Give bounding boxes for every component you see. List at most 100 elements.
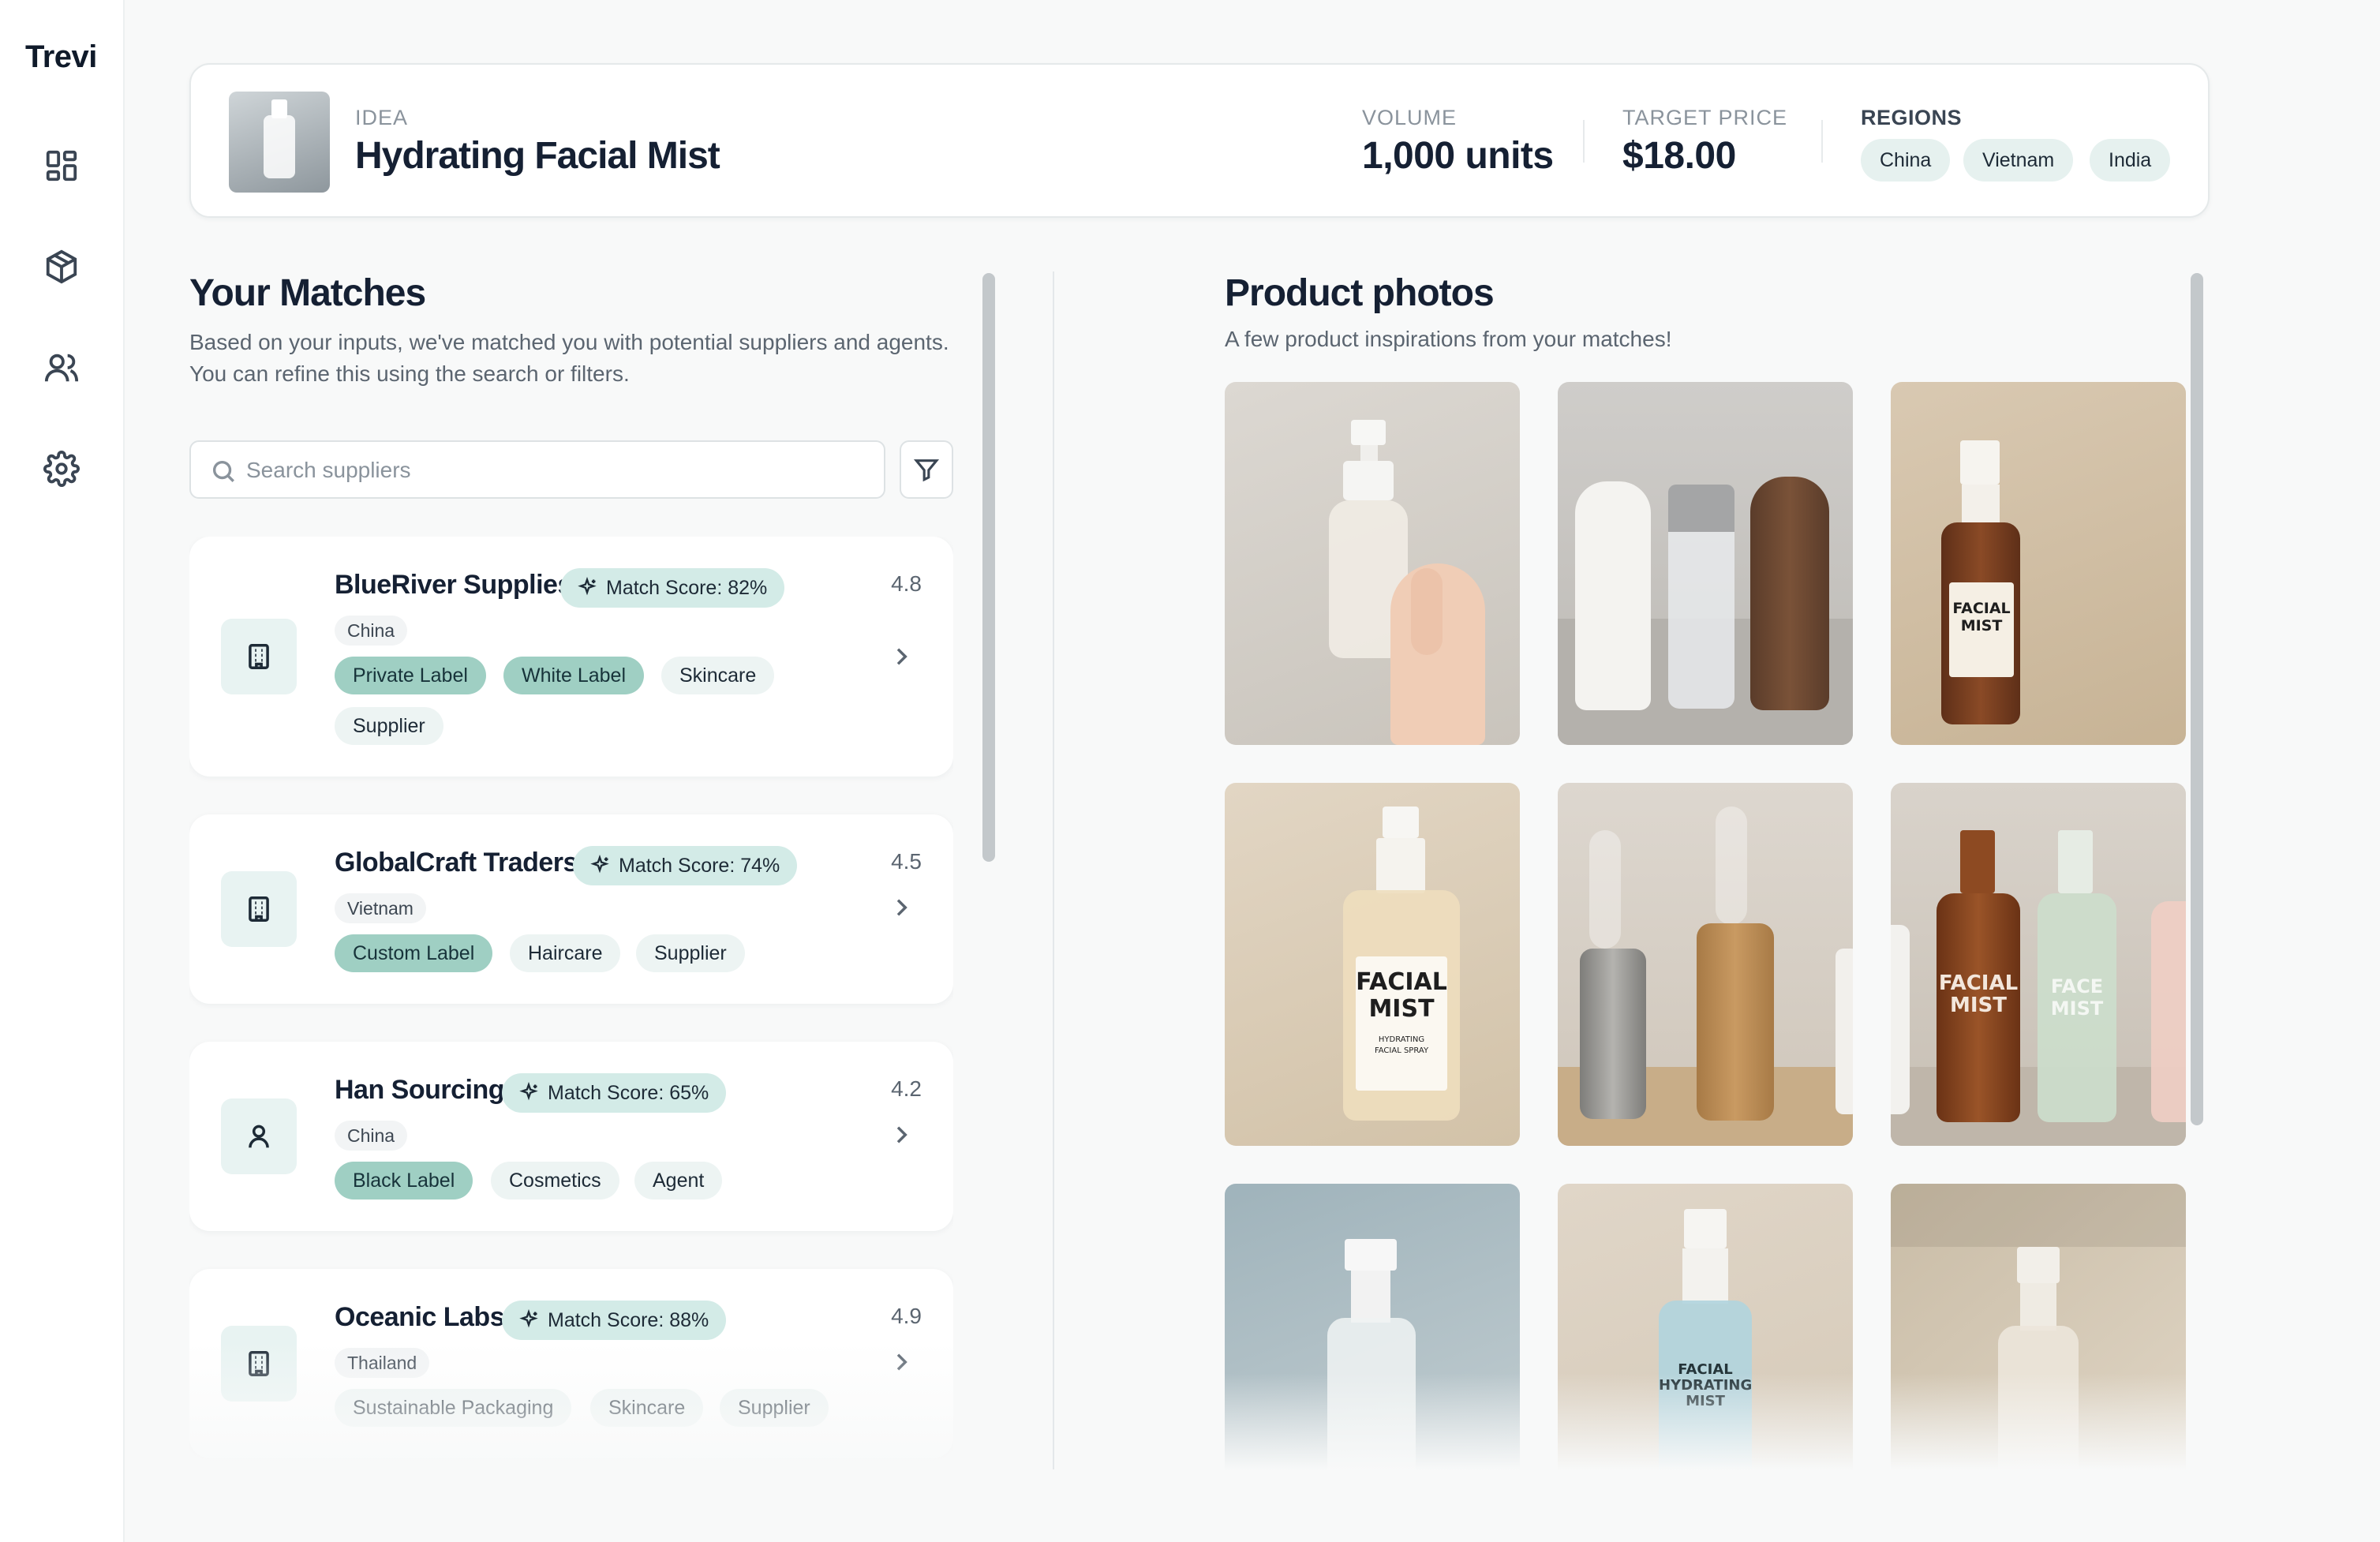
matches-scrollbar[interactable] — [982, 273, 995, 862]
photo-grid[interactable]: FACIAL MIST FACIAL MIST HYDRATING FACIAL… — [1225, 382, 2187, 1471]
match-score-text: Match Score: 65% — [548, 1081, 709, 1104]
product-photo[interactable]: FACIAL MIST — [1891, 382, 2186, 745]
sparkle-icon — [590, 855, 609, 874]
photos-scrollbar[interactable] — [2191, 273, 2203, 1125]
sparkle-icon — [578, 577, 597, 596]
stat-divider — [1583, 120, 1585, 163]
volume-label: VOLUME — [1362, 106, 1458, 129]
sidebar: Trevi — [0, 0, 125, 1542]
product-photo[interactable]: FACIAL MIST FACE MIST — [1891, 783, 2186, 1146]
match-score-badge: Match Score: 82% — [560, 568, 785, 608]
user-icon — [221, 1098, 297, 1174]
country-pill: China — [335, 616, 408, 646]
tag: Agent — [634, 1162, 723, 1200]
region-pill-india: India — [2090, 139, 2171, 182]
photo-label: FACIAL — [1678, 1361, 1733, 1378]
rating-value: 4.9 — [891, 1304, 922, 1328]
match-score-text: Match Score: 82% — [606, 576, 768, 599]
product-photo[interactable]: FACIAL HYDRATING MIST — [1558, 1184, 1853, 1471]
tag: Black Label — [335, 1162, 473, 1200]
match-name[interactable]: Oceanic Labs — [335, 1302, 505, 1333]
building-icon — [221, 619, 297, 694]
photo-label: FACIAL — [1938, 971, 2019, 995]
search-input[interactable] — [246, 453, 870, 488]
filter-button[interactable] — [900, 440, 953, 499]
tag: Private Label — [335, 657, 486, 694]
photo-label: MIST — [1368, 995, 1435, 1023]
match-card[interactable]: Han Sourcing Match Score: 65% 4.2 China … — [189, 1042, 953, 1231]
country-pill: China — [335, 1121, 408, 1151]
gear-icon[interactable] — [39, 447, 84, 491]
product-photo[interactable] — [1558, 382, 1853, 745]
matches-title: Your Matches — [189, 272, 426, 314]
regions-label: REGIONS — [1861, 106, 1963, 129]
match-score-badge: Match Score: 65% — [502, 1073, 727, 1113]
chevron-right-icon[interactable] — [889, 895, 914, 920]
stat-divider — [1821, 120, 1823, 163]
chevron-right-icon[interactable] — [889, 1122, 914, 1147]
match-card[interactable]: Oceanic Labs Match Score: 88% 4.9 Thaila… — [189, 1269, 953, 1458]
rating-value: 4.2 — [891, 1076, 922, 1101]
match-card[interactable]: BlueRiver Supplies Match Score: 82% 4.8 … — [189, 537, 953, 777]
match-name[interactable]: GlobalCraft Traders — [335, 848, 578, 878]
tag: Skincare — [661, 657, 775, 694]
match-card[interactable]: GlobalCraft Traders Match Score: 74% 4.5… — [189, 814, 953, 1004]
target-price-value: $18.00 — [1622, 135, 1736, 177]
match-score-text: Match Score: 74% — [619, 854, 780, 877]
photo-label: HYDRATING — [1659, 1377, 1753, 1394]
matches-description: Based on your inputs, we've matched you … — [189, 330, 949, 386]
volume-value: 1,000 units — [1362, 135, 1554, 177]
brand-logo[interactable]: Trevi — [25, 39, 97, 75]
product-photo[interactable] — [1558, 783, 1853, 1146]
chevron-right-icon[interactable] — [889, 1349, 914, 1375]
tag: Cosmetics — [491, 1162, 619, 1200]
photos-description: A few product inspirations from your mat… — [1225, 327, 1672, 351]
region-pill-vietnam: Vietnam — [1963, 139, 2074, 182]
photo-label: HYDRATING — [1378, 1035, 1425, 1044]
sparkle-icon — [519, 1309, 538, 1328]
app: Trevi IDEA Hydrating Facial Mist VOLUME … — [0, 0, 2380, 1542]
idea-thumbnail — [229, 92, 330, 193]
match-name[interactable]: Han Sourcing — [335, 1075, 505, 1106]
idea-summary-card: IDEA Hydrating Facial Mist VOLUME 1,000 … — [189, 63, 2210, 218]
product-photo[interactable] — [1225, 382, 1520, 745]
photo-label: MIST — [1686, 1393, 1725, 1409]
match-score-badge: Match Score: 74% — [573, 846, 798, 885]
photo-label: MIST — [2050, 997, 2104, 1020]
photo-label: FACIAL SPRAY — [1374, 1046, 1429, 1055]
match-score-badge: Match Score: 88% — [502, 1301, 727, 1340]
tag: Skincare — [590, 1389, 704, 1427]
filter-icon — [913, 459, 940, 482]
rating-value: 4.8 — [891, 571, 922, 596]
search-icon — [212, 460, 234, 482]
match-name[interactable]: BlueRiver Supplies — [335, 570, 572, 601]
package-icon[interactable] — [39, 245, 84, 289]
users-icon[interactable] — [39, 346, 84, 390]
idea-title: Hydrating Facial Mist — [355, 135, 720, 177]
building-icon — [221, 871, 297, 947]
product-photo[interactable] — [1891, 1184, 2186, 1471]
photo-label: FACIAL — [1952, 600, 2011, 617]
rating-value: 4.5 — [891, 849, 922, 874]
idea-kicker: IDEA — [355, 106, 409, 129]
photo-label: MIST — [1949, 994, 2007, 1017]
tag: Supplier — [335, 707, 443, 745]
photo-label: FACIAL — [1356, 968, 1447, 996]
dashboard-icon[interactable] — [39, 144, 84, 188]
photo-label: FACE — [2050, 975, 2104, 997]
country-pill: Thailand — [335, 1348, 430, 1378]
photos-title: Product photos — [1225, 272, 1495, 314]
search-field — [189, 440, 885, 499]
tag: Supplier — [636, 934, 745, 972]
matches-list[interactable]: BlueRiver Supplies Match Score: 82% 4.8 … — [189, 537, 953, 1468]
chevron-right-icon[interactable] — [889, 644, 914, 669]
tag: Haircare — [510, 934, 621, 972]
match-score-text: Match Score: 88% — [548, 1308, 709, 1331]
tag: Supplier — [720, 1389, 829, 1427]
tag: Custom Label — [335, 934, 493, 972]
sparkle-icon — [519, 1082, 538, 1101]
product-photo[interactable] — [1225, 1184, 1520, 1471]
region-pill-china: China — [1861, 139, 1951, 182]
target-price-label: TARGET PRICE — [1622, 106, 1788, 129]
product-photo[interactable]: FACIAL MIST HYDRATING FACIAL SPRAY — [1225, 783, 1520, 1146]
